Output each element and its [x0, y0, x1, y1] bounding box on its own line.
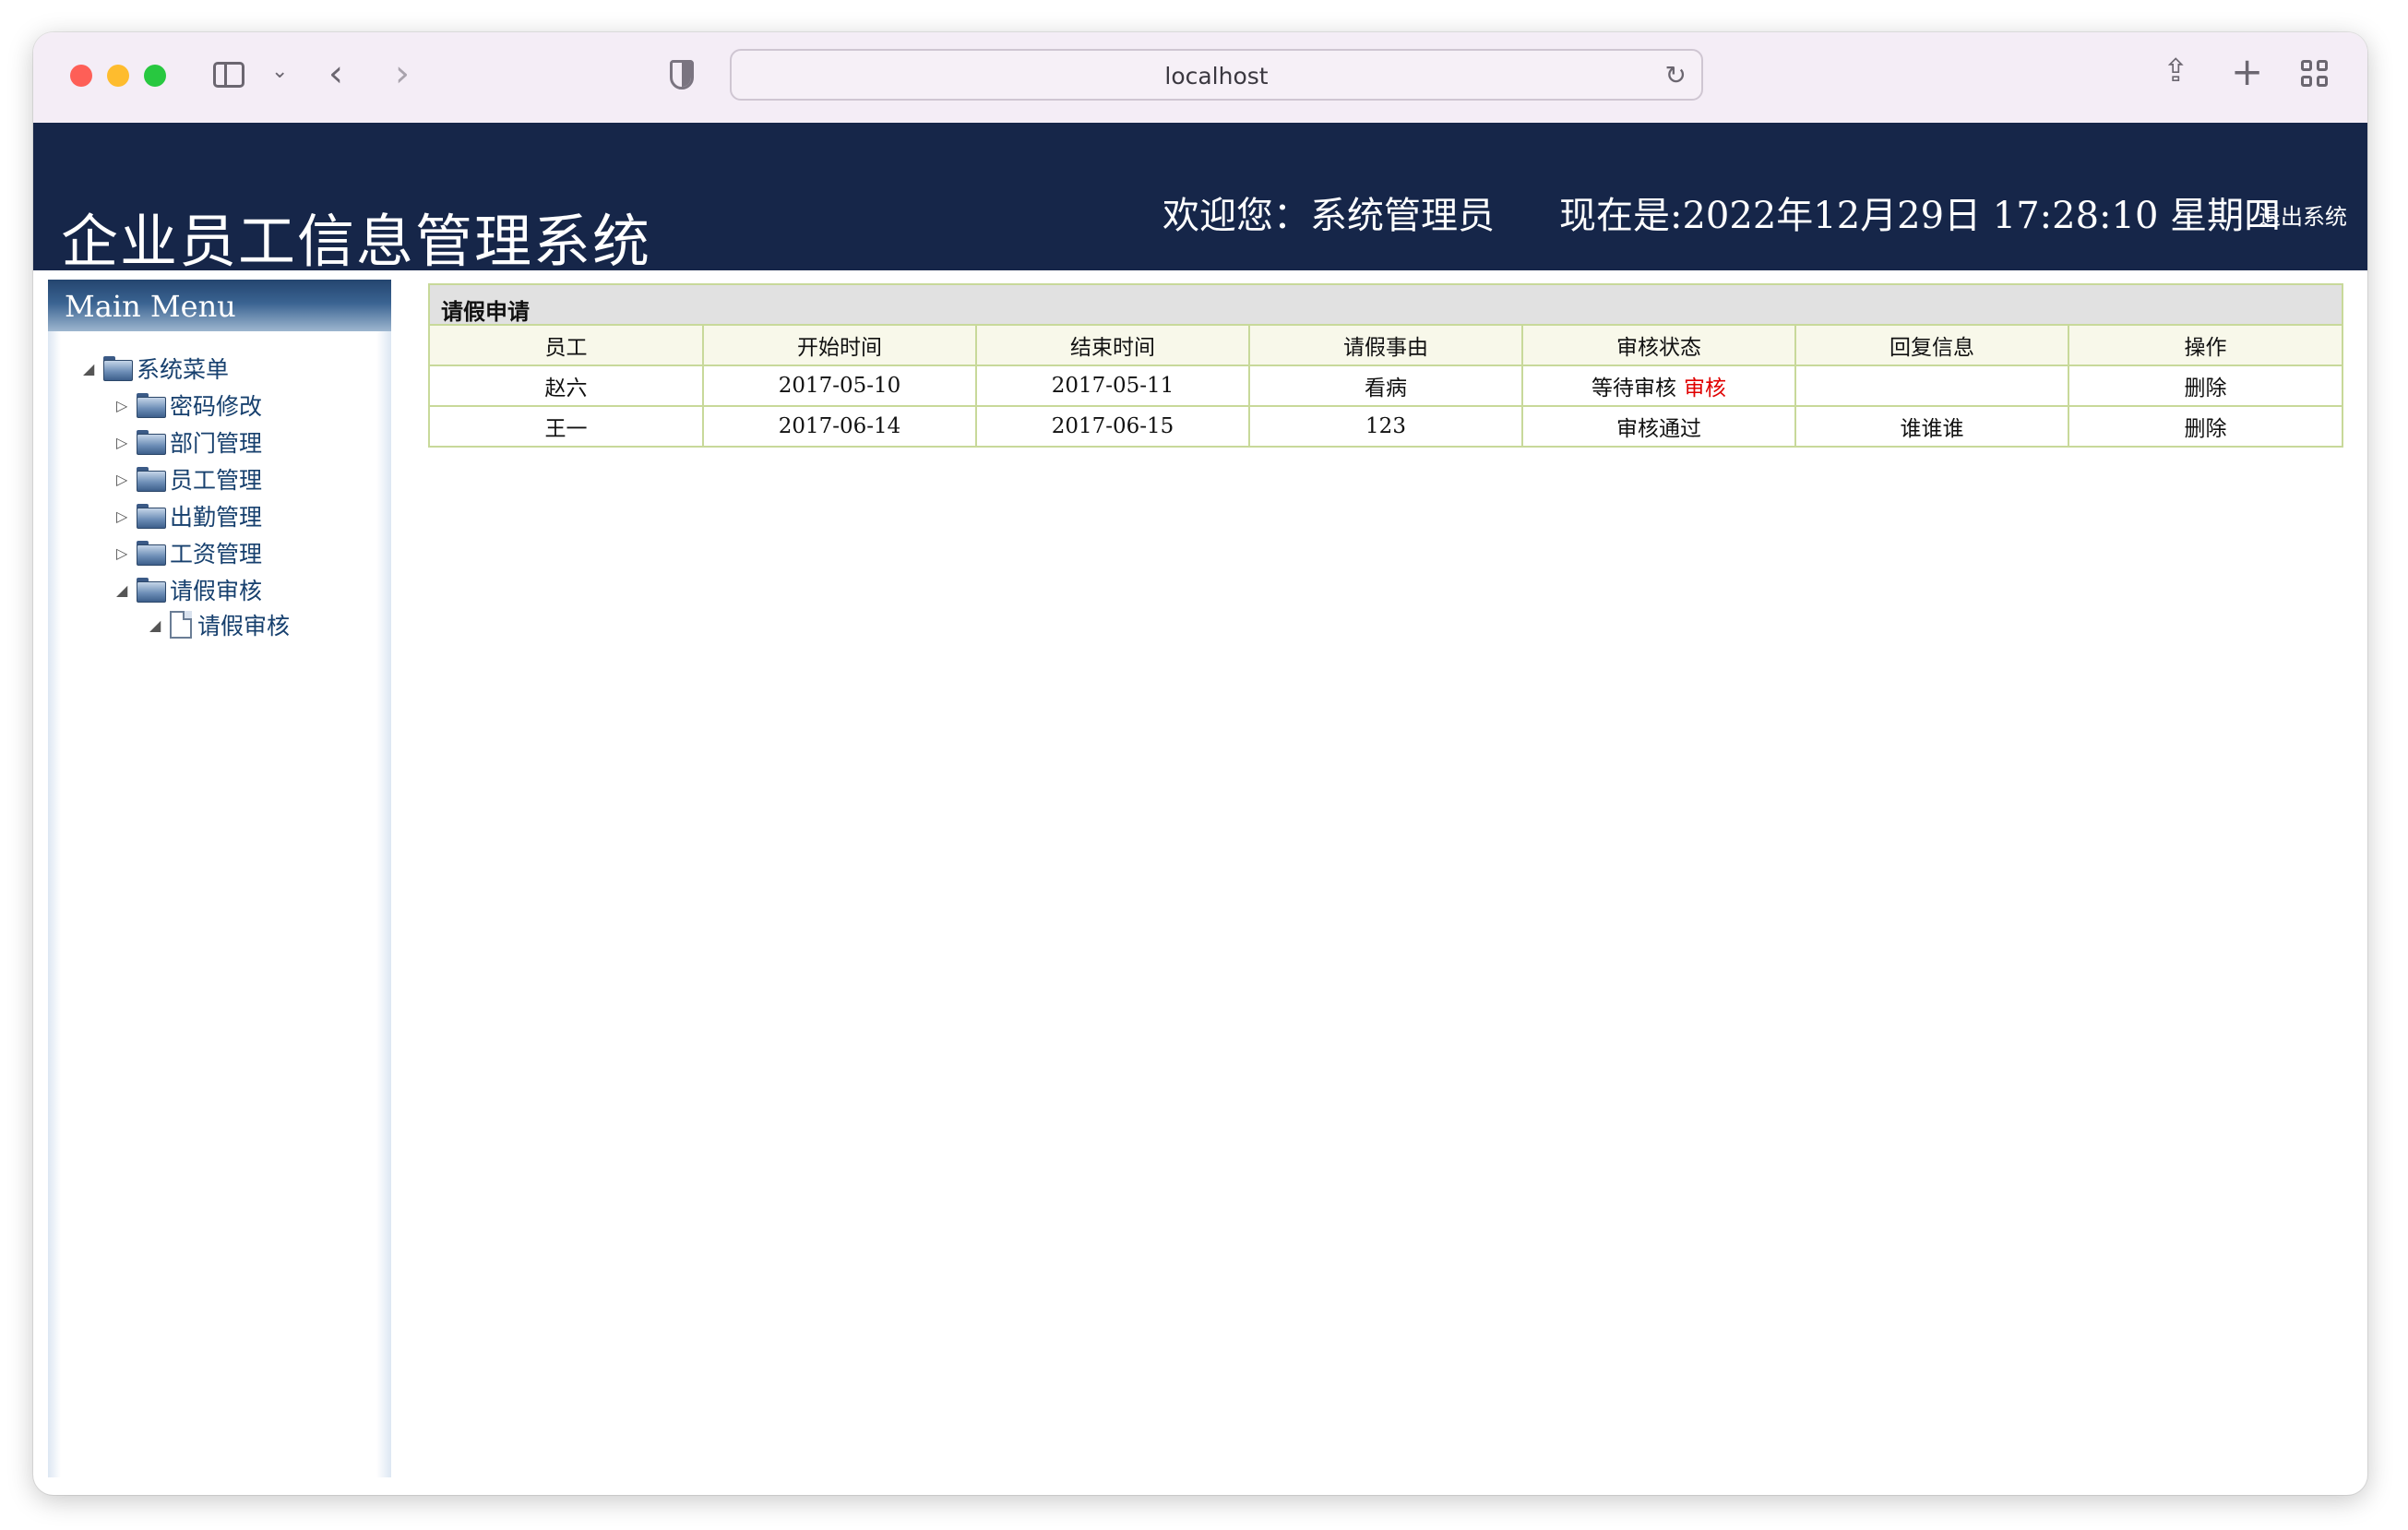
menu-item-label: 密码修改	[170, 393, 263, 420]
column-header: 审核状态	[1521, 326, 1796, 366]
delete-link[interactable]: 删除	[2185, 377, 2227, 400]
cell-end: 2017-06-15	[975, 405, 1250, 446]
column-header: 结束时间	[975, 326, 1250, 366]
cell-reply	[1794, 365, 2069, 407]
delete-link[interactable]: 删除	[2185, 417, 2227, 441]
collapsed-arrow-icon[interactable]: ▷	[116, 544, 137, 562]
app-header: 企业员工信息管理系统 欢迎您：系统管理员 现在是:2022年12月29日 17:…	[33, 123, 2367, 275]
expanded-arrow-icon: ◢	[149, 616, 161, 634]
app-title: 企业员工信息管理系统	[61, 208, 652, 275]
main-content: 请假申请 员工 开始时间 结束时间 请假事由 审核状态 回复信息 操作 赵六 2…	[428, 283, 2343, 448]
menu-item-label: 工资管理	[170, 541, 263, 568]
cell-status: 审核通过	[1521, 405, 1796, 446]
menu-item-password[interactable]: ▷ 密码修改	[116, 388, 262, 422]
cell-reply: 谁谁谁	[1794, 405, 2069, 446]
tree-root-label: 系统菜单	[137, 356, 230, 383]
browser-window: ⌄ ‹ › localhost ↻ ⇪ + 企业员工信息管理系统 欢迎您：系统管…	[33, 32, 2367, 1495]
tab-overview-icon[interactable]	[2301, 60, 2331, 90]
menu-item-label: 部门管理	[170, 430, 263, 457]
cell-employee: 赵六	[430, 365, 704, 407]
review-link[interactable]: 审核	[1684, 377, 1726, 400]
expanded-arrow-icon[interactable]: ◢	[116, 581, 137, 599]
menu-item-label: 员工管理	[170, 467, 263, 494]
menu-item-label: 出勤管理	[170, 504, 263, 531]
collapsed-arrow-icon[interactable]: ▷	[116, 397, 137, 414]
zoom-window-button[interactable]	[144, 65, 166, 87]
status-text: 审核通过	[1616, 417, 1701, 441]
leave-request-panel: 请假申请 员工 开始时间 结束时间 请假事由 审核状态 回复信息 操作 赵六 2…	[428, 283, 2343, 448]
folder-icon	[137, 541, 166, 566]
panel-title: 请假申请	[430, 285, 2342, 326]
collapsed-arrow-icon[interactable]: ▷	[116, 434, 137, 451]
share-icon[interactable]: ⇪	[2163, 53, 2189, 90]
folder-icon	[137, 393, 166, 418]
cell-start: 2017-06-14	[702, 405, 977, 446]
cell-reason: 看病	[1248, 365, 1523, 407]
cell-status: 等待审核 审核	[1521, 365, 1796, 407]
menu-child-leave-review[interactable]: ◢ 请假审核	[149, 608, 290, 641]
table-row: 赵六 2017-05-10 2017-05-11 看病 等待审核 审核 删除	[430, 365, 2342, 407]
minimize-window-button[interactable]	[107, 65, 129, 87]
main-menu-title: Main Menu	[48, 280, 391, 331]
cell-action: 删除	[2068, 405, 2342, 446]
cell-reason: 123	[1248, 405, 1523, 446]
folder-icon	[103, 356, 133, 381]
collapsed-arrow-icon[interactable]: ▷	[116, 471, 137, 488]
forward-icon[interactable]: ›	[395, 53, 410, 95]
folder-icon	[137, 504, 166, 529]
column-header: 操作	[2068, 326, 2342, 366]
column-header: 员工	[430, 326, 704, 366]
menu-item-department[interactable]: ▷ 部门管理	[116, 425, 262, 459]
column-header: 回复信息	[1794, 326, 2069, 366]
menu-item-leave-review[interactable]: ◢ 请假审核	[116, 573, 262, 606]
reload-icon[interactable]: ↻	[1665, 60, 1687, 90]
document-icon	[170, 611, 192, 639]
menu-item-employee[interactable]: ▷ 员工管理	[116, 462, 262, 496]
tree-root-system-menu[interactable]: ◢ 系统菜单	[83, 352, 229, 385]
folder-icon	[137, 578, 166, 603]
main-menu-panel: Main Menu ◢ 系统菜单 ▷ 密码修改 ▷ 部门管理 ▷ 员工管理 ▷ 出勤管理 …	[48, 280, 391, 1477]
status-text: 等待审核	[1591, 377, 1676, 400]
cell-employee: 王一	[430, 405, 704, 446]
table-header-row: 员工 开始时间 结束时间 请假事由 审核状态 回复信息 操作	[430, 326, 2342, 366]
folder-icon	[137, 430, 166, 455]
leave-request-table: 员工 开始时间 结束时间 请假事由 审核状态 回复信息 操作 赵六 2017-0…	[430, 326, 2342, 446]
collapsed-arrow-icon[interactable]: ▷	[116, 508, 137, 525]
current-time: 现在是:2022年12月29日 17:28:10 星期四	[1559, 195, 2282, 237]
back-icon[interactable]: ‹	[328, 53, 343, 95]
cell-action: 删除	[2068, 365, 2342, 407]
chevron-down-icon[interactable]: ⌄	[271, 60, 288, 83]
welcome-text: 欢迎您：系统管理员	[1162, 195, 1495, 237]
menu-item-label: 请假审核	[170, 578, 263, 604]
menu-child-label: 请假审核	[197, 613, 291, 639]
column-header: 请假事由	[1248, 326, 1523, 366]
menu-item-attendance[interactable]: ▷ 出勤管理	[116, 499, 262, 532]
table-row: 王一 2017-06-14 2017-06-15 123 审核通过 谁谁谁 删除	[430, 405, 2342, 446]
expanded-arrow-icon[interactable]: ◢	[83, 360, 103, 377]
close-window-button[interactable]	[70, 65, 92, 87]
address-bar[interactable]: localhost ↻	[730, 49, 1703, 101]
browser-toolbar: ⌄ ‹ › localhost ↻ ⇪ +	[33, 32, 2367, 124]
address-url: localhost	[1164, 63, 1269, 90]
sidebar-toggle-icon[interactable]	[213, 62, 244, 88]
column-header: 开始时间	[702, 326, 977, 366]
privacy-shield-icon[interactable]	[670, 60, 694, 90]
menu-item-salary[interactable]: ▷ 工资管理	[116, 536, 262, 569]
new-tab-icon[interactable]: +	[2231, 49, 2263, 94]
cell-start: 2017-05-10	[702, 365, 977, 407]
folder-icon	[137, 467, 166, 492]
logout-link[interactable]: 退出系统	[2259, 198, 2347, 231]
cell-end: 2017-05-11	[975, 365, 1250, 407]
